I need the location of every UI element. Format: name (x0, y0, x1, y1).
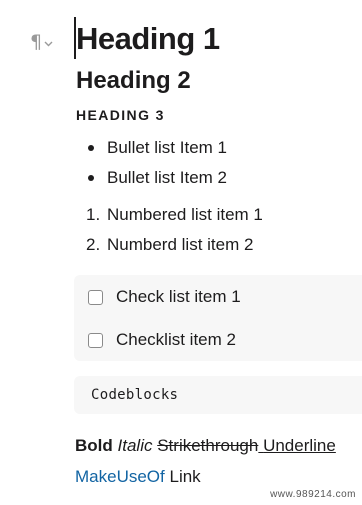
checkbox[interactable] (88, 332, 103, 348)
checklist-item-label: Check list item 1 (116, 287, 241, 306)
watermark: www.989214.com (270, 489, 356, 500)
numbered-list-item-text: Numberd list item 2 (107, 235, 254, 254)
checklist-item[interactable]: Checklist item 2 (88, 327, 236, 353)
checklist-item[interactable]: Check list item 1 (88, 284, 241, 310)
underline-word: Underline (263, 436, 336, 455)
bullet-list-item[interactable]: Bullet list Item 1 (76, 133, 227, 163)
chevron-down-icon (44, 34, 53, 52)
formatting-line[interactable]: Bold Italic Strikethrough Underline (75, 434, 336, 458)
code-block[interactable]: Codeblocks (74, 376, 362, 414)
checkbox[interactable] (88, 289, 103, 305)
block-type-menu[interactable]: ¶ (30, 32, 53, 52)
checklist-block: Check list item 1 Checklist item 2 (74, 275, 362, 361)
link-line: MakeUseOf Link (75, 465, 201, 489)
strikethrough-text: Strikethrough (157, 436, 259, 455)
editor-page: ¶ Heading 1 Heading 2 HEADING 3 Bullet l… (0, 0, 362, 505)
checklist-item-label: Checklist item 2 (116, 330, 236, 349)
makeuseof-link[interactable]: MakeUseOf (75, 467, 165, 486)
pilcrow-icon: ¶ (30, 31, 43, 53)
heading-2[interactable]: Heading 2 (76, 64, 191, 98)
heading-1[interactable]: Heading 1 (76, 18, 220, 60)
numbered-list-item[interactable]: 1. Numbered list item 1 (76, 200, 263, 230)
numbered-list: 1. Numbered list item 1 2. Numberd list … (76, 200, 263, 260)
code-block-text: Codeblocks (91, 387, 179, 403)
underline-text: Underline (258, 436, 336, 455)
italic-text: Italic (117, 436, 153, 455)
numbered-list-item-text: Numbered list item 1 (107, 205, 263, 224)
list-number: 2. (86, 235, 101, 254)
bold-text: Bold (75, 436, 113, 455)
numbered-list-item[interactable]: 2. Numberd list item 2 (76, 230, 263, 260)
bullet-list: Bullet list Item 1 Bullet list Item 2 (76, 133, 227, 193)
heading-3[interactable]: HEADING 3 (76, 104, 165, 126)
link-plain-text: Link (169, 467, 201, 486)
list-number: 1. (86, 205, 101, 224)
bullet-list-item[interactable]: Bullet list Item 2 (76, 163, 227, 193)
